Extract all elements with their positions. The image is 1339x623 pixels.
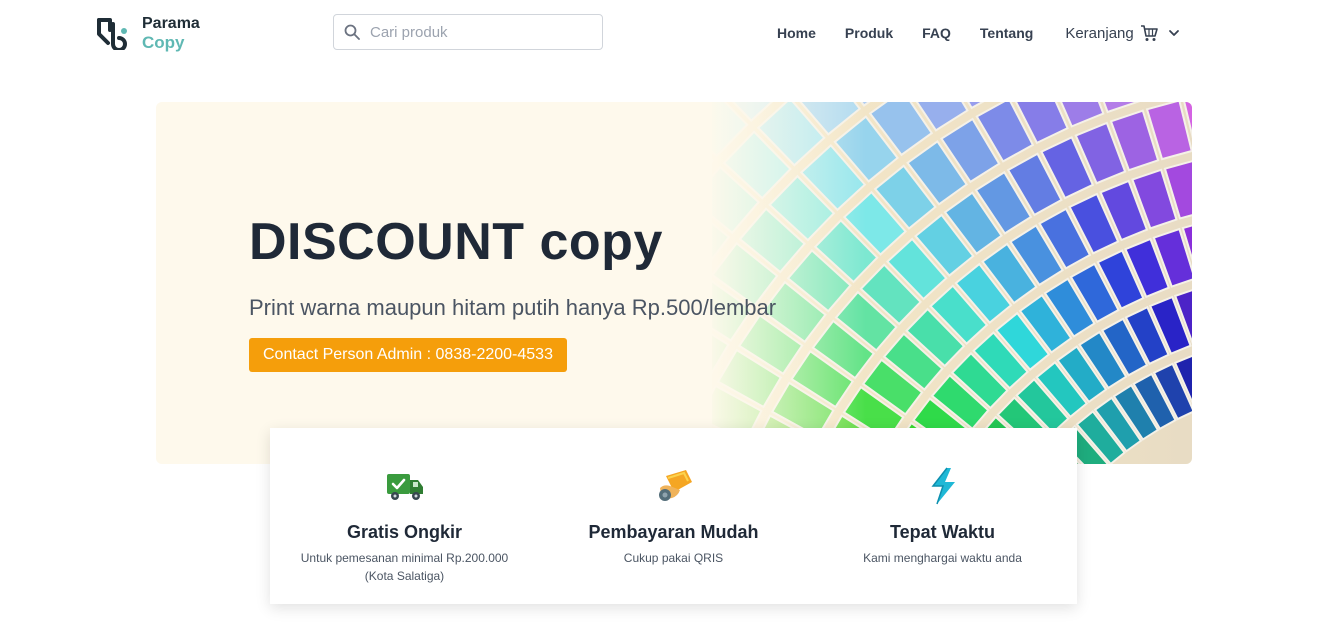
brand-name-line2: Copy bbox=[142, 33, 185, 52]
feature-card: Tepat Waktu Kami menghargai waktu anda bbox=[808, 428, 1077, 604]
cart-label: Keranjang bbox=[1065, 24, 1134, 42]
lightning-icon bbox=[930, 467, 955, 505]
contact-admin-button[interactable]: Contact Person Admin : 0838-2200-4533 bbox=[249, 338, 567, 372]
cart-icon bbox=[1140, 25, 1158, 41]
nav-item-home[interactable]: Home bbox=[777, 25, 816, 41]
search-input[interactable] bbox=[370, 23, 590, 41]
features-panel: Gratis Ongkir Untuk pemesanan minimal Rp… bbox=[270, 428, 1077, 604]
payment-hand-icon bbox=[658, 470, 692, 501]
logo-mark-icon bbox=[97, 18, 127, 50]
search-box[interactable] bbox=[333, 14, 603, 50]
chevron-down-icon bbox=[1168, 30, 1179, 36]
feature-title: Tepat Waktu bbox=[889, 522, 995, 542]
nav-item-produk[interactable]: Produk bbox=[845, 25, 893, 41]
feature-card: Gratis Ongkir Untuk pemesanan minimal Rp… bbox=[270, 428, 539, 604]
hero-image-fade bbox=[706, 102, 866, 464]
delivery-truck-icon bbox=[386, 474, 423, 500]
feature-card: Pembayaran Mudah Cukup pakai QRIS bbox=[539, 428, 808, 604]
feature-title: Gratis Ongkir bbox=[346, 522, 463, 542]
nav-item-tentang[interactable]: Tentang bbox=[980, 25, 1033, 41]
nav-item-faq[interactable]: FAQ bbox=[922, 25, 951, 41]
feature-desc: Untuk pemesanan minimal Rp.200.000 (Kota… bbox=[300, 551, 509, 583]
feature-title: Pembayaran Mudah bbox=[588, 522, 759, 542]
hero-title: DISCOUNT copy bbox=[249, 213, 663, 271]
feature-desc: Cukup pakai QRIS bbox=[623, 551, 724, 565]
main-nav: Home Produk FAQ Tentang Keranjang bbox=[777, 24, 1180, 42]
cart-menu[interactable]: Keranjang bbox=[1065, 24, 1179, 42]
search-icon bbox=[344, 24, 360, 40]
brand-name-line1: Parama bbox=[142, 15, 200, 32]
hero-subtitle: Print warna maupun hitam putih hanya Rp.… bbox=[249, 295, 777, 320]
feature-desc: Kami menghargai waktu anda bbox=[863, 551, 1022, 565]
hero-banner: DISCOUNT copy Print warna maupun hitam p… bbox=[156, 102, 1192, 464]
brand-logo[interactable]: Parama Copy bbox=[96, 14, 200, 52]
